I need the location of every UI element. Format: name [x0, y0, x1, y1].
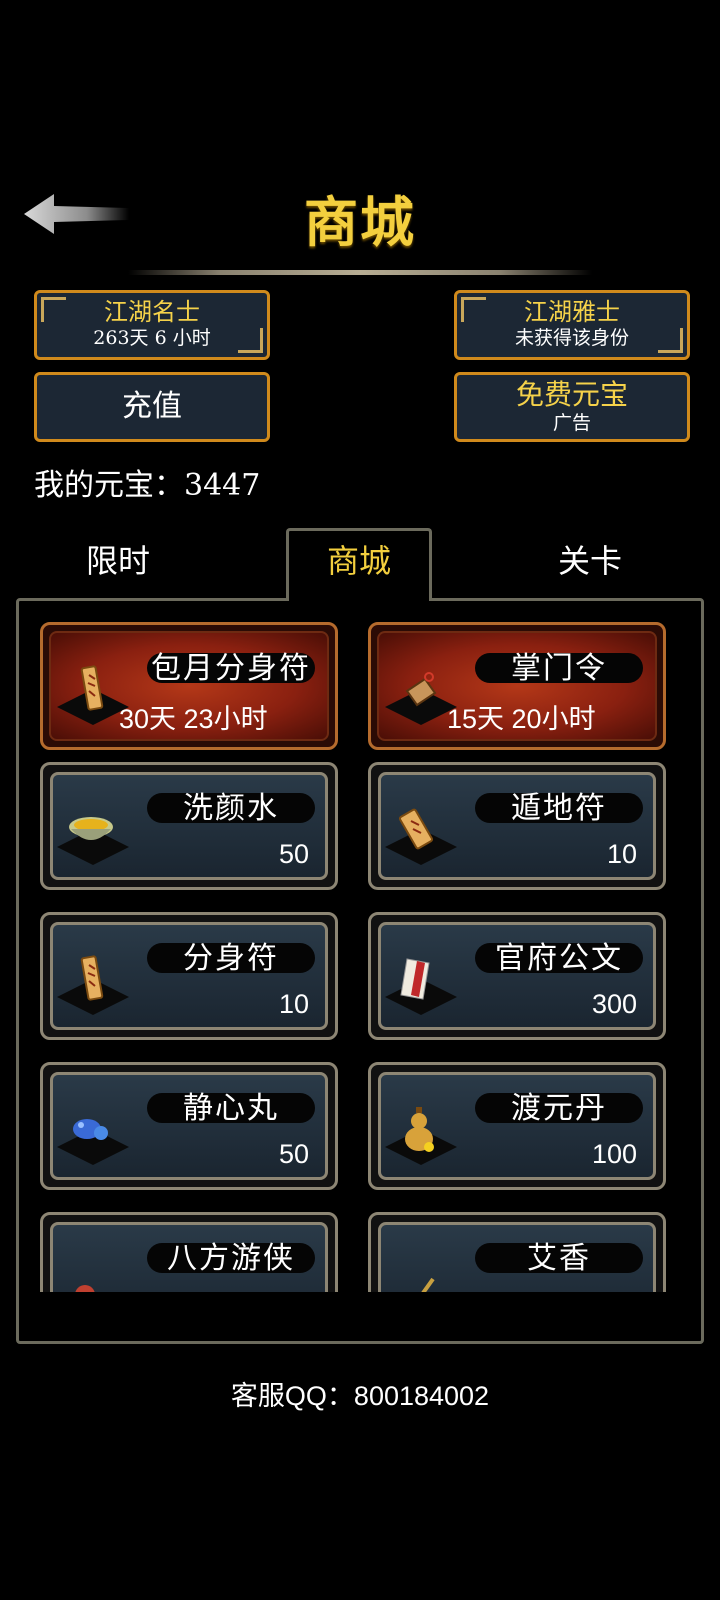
item-price: 100 [591, 1139, 637, 1169]
document-icon [400, 958, 430, 1000]
item-name: 八方游侠 [167, 1241, 295, 1276]
item-card-mugwort-incense[interactable]: 艾香 [368, 1212, 666, 1292]
corner-ornament [238, 328, 263, 353]
hero-icon [75, 1285, 95, 1292]
item-card-wandering-hero[interactable]: 八方游侠 [40, 1212, 338, 1292]
item-price: 10 [606, 839, 637, 869]
item-remaining-time: 30天 23小时 [119, 704, 268, 734]
item-price: 50 [278, 839, 309, 869]
item-price: 50 [278, 1139, 309, 1169]
corner-ornament [658, 328, 683, 353]
recharge-label: 充值 [122, 389, 182, 424]
item-grid[interactable]: 包月分身符 30天 23小时 掌门令 15天 20小时 洗颜水 50 遁地符 1… [38, 620, 678, 1292]
item-card-earth-escape[interactable]: 遁地符 10 [368, 762, 666, 890]
item-name: 洗颜水 [183, 791, 279, 826]
title-divider [128, 270, 592, 275]
item-name: 掌门令 [511, 651, 607, 686]
ingot-balance: 我的元宝：3447 [34, 468, 261, 503]
badge-title: 江湖雅士 [524, 298, 620, 326]
token-icon [405, 672, 437, 707]
corner-ornament [41, 297, 66, 322]
free-ingots-button[interactable]: 免费元宝 广告 [454, 372, 690, 442]
item-price: 10 [278, 989, 309, 1019]
item-name: 静心丸 [183, 1091, 279, 1126]
rank-badge-mingshi: 江湖名士 263天 6 小时 [34, 290, 270, 360]
item-name: 艾香 [527, 1241, 591, 1276]
bowl-icon [69, 817, 113, 840]
tab-levels[interactable]: 关卡 [530, 536, 650, 582]
item-name: 分身符 [183, 941, 279, 976]
page-title: 商城 [304, 190, 416, 254]
badge-title: 江湖名士 [104, 298, 200, 326]
corner-ornament [461, 297, 486, 322]
item-remaining-time: 15天 20小时 [447, 704, 596, 734]
item-price: 300 [591, 989, 637, 1019]
item-name: 官府公文 [495, 941, 623, 976]
item-name: 渡元丹 [511, 1091, 607, 1126]
rank-badge-yashi: 江湖雅士 未获得该身份 [454, 290, 690, 360]
tab-shop[interactable]: 商城 [299, 536, 419, 582]
item-name: 包月分身符 [151, 651, 311, 686]
badge-duration: 263天 6 小时 [93, 327, 211, 349]
ad-label: 广告 [552, 412, 591, 434]
item-card-official-document[interactable]: 官府公文 300 [368, 912, 666, 1040]
talisman-icon [80, 665, 104, 711]
item-card-clone-talisman[interactable]: 分身符 10 [40, 912, 338, 1040]
item-card-sect-token[interactable]: 掌门令 15天 20小时 [368, 622, 666, 750]
recharge-button[interactable]: 充值 [34, 372, 270, 442]
item-name: 遁地符 [511, 791, 607, 826]
customer-service-qq: 客服QQ：800184002 [230, 1381, 490, 1411]
free-ingots-label: 免费元宝 [515, 378, 628, 411]
pills-icon [73, 1119, 108, 1140]
talisman-icon [80, 955, 104, 1001]
talisman-icon [398, 808, 434, 850]
badge-status: 未获得该身份 [514, 327, 629, 349]
item-card-face-wash[interactable]: 洗颜水 50 [40, 762, 338, 890]
item-card-yuan-pill[interactable]: 渡元丹 100 [368, 1062, 666, 1190]
gourd-icon [405, 1107, 434, 1152]
incense-icon [421, 1277, 435, 1292]
item-card-monthly-clone[interactable]: 包月分身符 30天 23小时 [40, 622, 338, 750]
tab-limited[interactable]: 限时 [58, 536, 178, 582]
item-card-calm-pill[interactable]: 静心丸 50 [40, 1062, 338, 1190]
